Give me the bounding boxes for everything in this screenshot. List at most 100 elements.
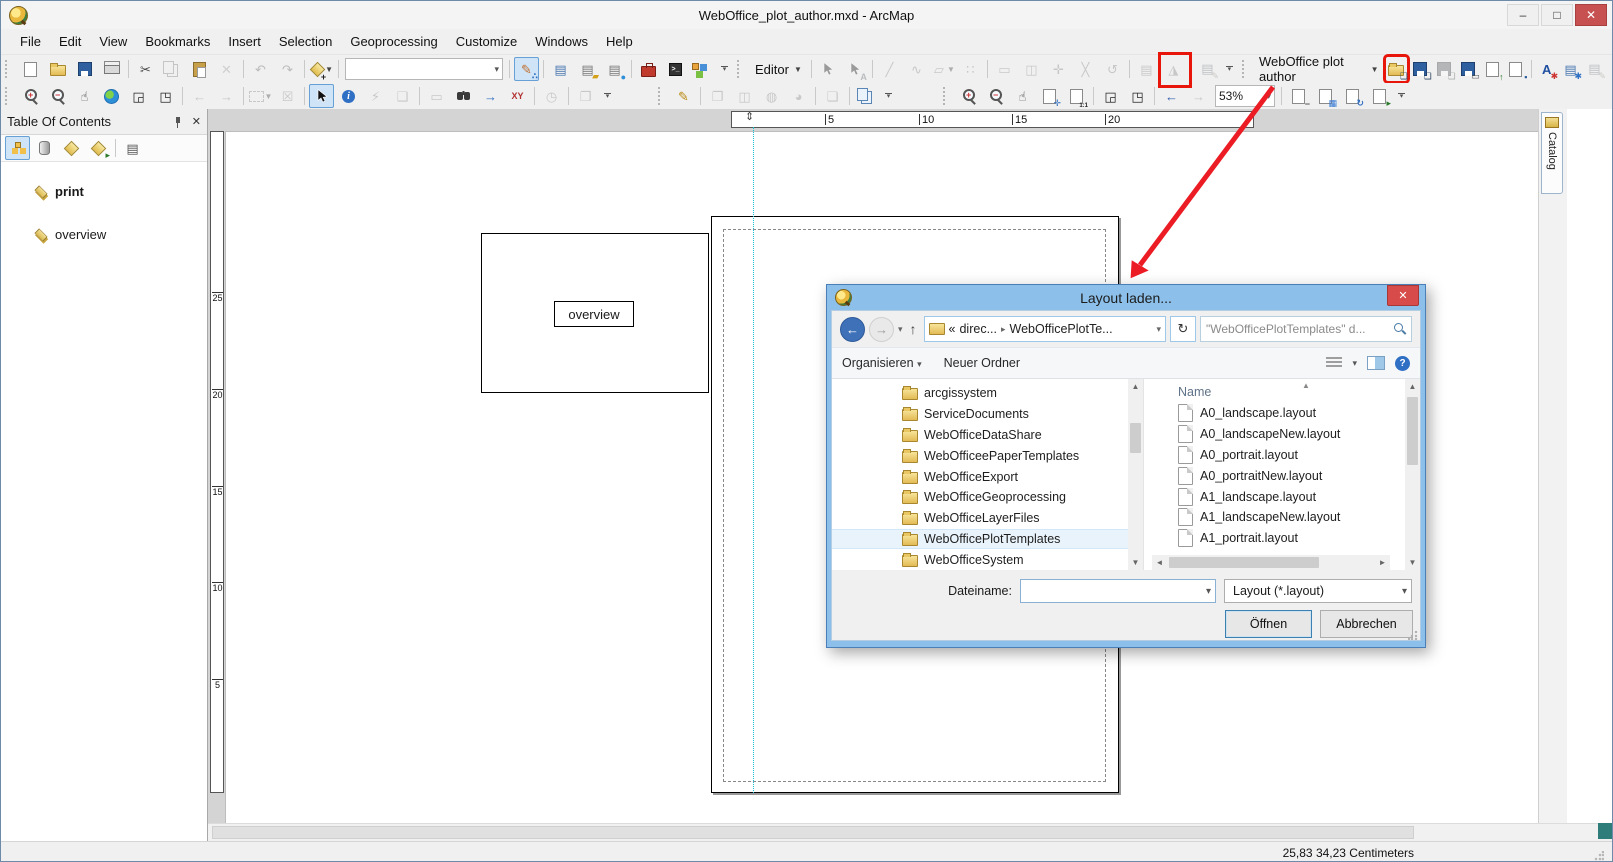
fixed-zoom-in-button[interactable]: ◲ (126, 84, 151, 108)
folder-item[interactable]: arcgissystem (832, 383, 1128, 404)
map-scale-combobox[interactable]: ▾ (345, 58, 503, 80)
file-item[interactable]: A0_portrait.layout (1152, 445, 1405, 466)
redo-button[interactable]: ↷ (275, 57, 300, 81)
load-layout-button[interactable]: ❏ (1386, 57, 1408, 81)
toc-options-button[interactable]: ▤ (120, 136, 145, 160)
search-box[interactable]: "WebOfficePlotTemplates" d... (1200, 316, 1412, 342)
menu-geoprocessing[interactable]: Geoprocessing (341, 31, 446, 52)
menu-customize[interactable]: Customize (447, 31, 526, 52)
toolbar-grip[interactable] (737, 60, 746, 78)
overview-label-box[interactable]: overview (554, 301, 634, 327)
time-slider-button[interactable]: ◷ (539, 84, 564, 108)
toolbar-overflow-button[interactable]: ▾ (1223, 59, 1236, 79)
combo-dropdown-icon[interactable]: ▾ (494, 64, 499, 75)
layout-zoom-in-button[interactable]: + (956, 84, 981, 108)
new-text-element-button[interactable]: A✱ (1536, 57, 1558, 81)
split-view-button[interactable]: ◫ (732, 84, 757, 108)
toolbar-grip[interactable] (658, 87, 667, 105)
find-button[interactable] (451, 84, 476, 108)
search-window-button[interactable]: ▤● (602, 57, 627, 81)
files-horizontal-scrollbar[interactable]: ◄ ► (1152, 555, 1390, 570)
toolbar-grip[interactable] (943, 87, 952, 105)
breadcrumb-current-folder[interactable]: WebOfficePlotTe... (1010, 322, 1113, 336)
address-breadcrumb[interactable]: « direc... ▸ WebOfficePlotTe... ▾ (924, 316, 1166, 342)
import-layout-button[interactable]: ▪ (1505, 57, 1527, 81)
name-column-header[interactable]: Name (1178, 385, 1211, 399)
modelbuilder-button[interactable] (690, 57, 715, 81)
toggle-draft-mode-button[interactable]: − (1286, 84, 1311, 108)
toc-close-icon[interactable]: ✕ (192, 115, 201, 128)
zoom-in-button[interactable]: + (18, 84, 43, 108)
edit-tool-button[interactable] (816, 57, 841, 81)
find-route-button[interactable]: → (478, 84, 503, 108)
copy-button[interactable] (160, 57, 185, 81)
organize-menu-button[interactable]: Organisieren ▾ (842, 356, 922, 370)
frame-tool-button[interactable]: ❐ (705, 84, 730, 108)
viewer-window-button[interactable]: ❐ (573, 84, 598, 108)
open-button[interactable]: Öffnen (1225, 610, 1312, 638)
paste-button[interactable] (187, 57, 212, 81)
folder-item[interactable]: WebOfficeExport (832, 466, 1128, 487)
move-button[interactable]: ✛ (1046, 57, 1071, 81)
folder-item[interactable]: WebOfficeLayerFiles (832, 508, 1128, 529)
split-button[interactable]: ◫ (1019, 57, 1044, 81)
menu-insert[interactable]: Insert (219, 31, 270, 52)
edit-annotation-tool-button[interactable]: A (843, 57, 868, 81)
up-one-level-button[interactable]: ↑ (910, 321, 917, 337)
focus-data-frame-button[interactable]: ▦ (1313, 84, 1338, 108)
select-features-button[interactable]: ▼ (248, 84, 273, 108)
go-back-extent-button[interactable]: ← (187, 84, 212, 108)
rotate-button[interactable]: ↺ (1100, 57, 1125, 81)
forward-button[interactable]: → (869, 317, 894, 342)
arctoolbox-button[interactable] (636, 57, 661, 81)
create-features-button[interactable]: ✎ (1195, 57, 1220, 81)
file-item[interactable]: A0_landscape.layout (1152, 403, 1405, 424)
menu-windows[interactable]: Windows (526, 31, 597, 52)
open-document-button[interactable] (45, 57, 70, 81)
point-button[interactable]: ∷ (958, 57, 983, 81)
file-item[interactable]: A1_landscape.layout (1152, 486, 1405, 507)
data-driven-pages-button[interactable]: ▸ (1367, 84, 1392, 108)
zoom-out-button[interactable]: − (45, 84, 70, 108)
file-item[interactable]: A0_landscapeNew.layout (1152, 424, 1405, 445)
reshape-feature-button[interactable]: ▭ (992, 57, 1017, 81)
zoom-percent-combobox[interactable]: 53%▾ (1215, 85, 1275, 107)
globe-tool-button[interactable]: ◍ (759, 84, 784, 108)
file-item[interactable]: A0_portraitNew.layout (1152, 465, 1405, 486)
scroll-up-icon[interactable]: ▲ (1128, 379, 1143, 394)
change-layout-button[interactable]: ↻ (1340, 84, 1365, 108)
change-view-icon[interactable] (1326, 357, 1342, 369)
scrollbar-thumb[interactable] (212, 826, 1414, 839)
toolbar-grip[interactable] (5, 87, 14, 105)
views-dropdown-icon[interactable]: ▾ (1352, 358, 1357, 369)
new-document-button[interactable] (18, 57, 43, 81)
measure-button[interactable]: ▭ (424, 84, 449, 108)
toolbar-grip[interactable] (5, 60, 14, 78)
menu-view[interactable]: View (90, 31, 136, 52)
list-by-drawing-order-button[interactable] (5, 136, 30, 160)
combo-dropdown-icon[interactable]: ▾ (1266, 91, 1271, 102)
print-button[interactable] (99, 57, 124, 81)
html-popup-button[interactable]: ❑ (390, 84, 415, 108)
menu-help[interactable]: Help (597, 31, 642, 52)
delete-button[interactable]: ✕ (214, 57, 239, 81)
scroll-down-icon[interactable]: ▼ (1128, 555, 1143, 570)
save-layout-as-button[interactable]: ❏ (1433, 57, 1455, 81)
toolbar-overflow-button[interactable]: ▾ (718, 59, 731, 79)
fixed-zoom-out-page-button[interactable]: ◳ (1125, 84, 1150, 108)
folder-item[interactable]: WebOfficeSystem (832, 549, 1128, 570)
straight-segment-button[interactable]: ╱ (877, 57, 902, 81)
select-elements-button[interactable] (309, 84, 334, 108)
search-icon[interactable] (1392, 322, 1406, 336)
toolbar-grip[interactable] (1242, 60, 1250, 78)
minimize-button[interactable]: – (1507, 4, 1539, 26)
pages-button[interactable] (854, 84, 879, 108)
go-to-xy-button[interactable]: XY (505, 84, 530, 108)
shadow-tool-button[interactable]: ◕ (786, 84, 811, 108)
toolbar-overflow-button[interactable]: ▾ (1395, 86, 1408, 106)
search-text[interactable]: "WebOfficePlotTemplates" d... (1206, 322, 1388, 336)
zoom-whole-page-button[interactable]: ✛ (1037, 84, 1062, 108)
zoom-100-button[interactable]: 1:1 (1064, 84, 1089, 108)
folder-item[interactable]: ServiceDocuments (832, 404, 1128, 425)
catalog-tab[interactable]: Catalog (1541, 112, 1563, 194)
